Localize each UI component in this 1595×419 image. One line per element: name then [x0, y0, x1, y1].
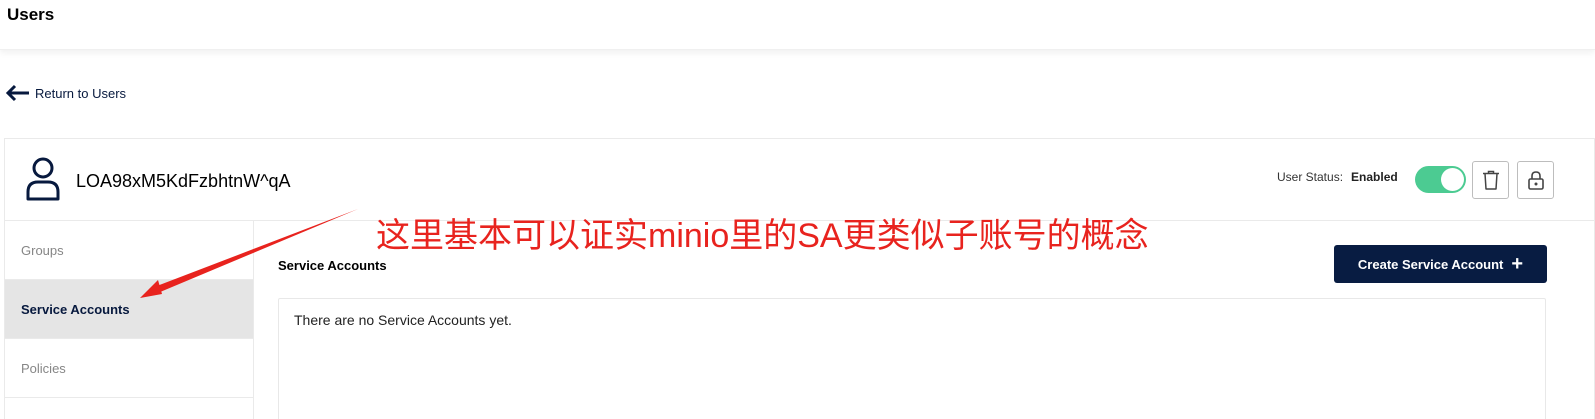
sidebar-item-service-accounts[interactable]: Service Accounts [5, 280, 253, 339]
trash-icon [1482, 170, 1499, 190]
page-title: Users [7, 5, 55, 24]
plus-icon: + [1511, 253, 1524, 275]
sidebar-item-policies[interactable]: Policies [5, 339, 253, 398]
return-link-label: Return to Users [35, 85, 127, 101]
user-status-label: User Status: [1277, 170, 1344, 184]
lock-icon [1527, 171, 1544, 190]
create-button-label: Create Service Account [1357, 256, 1504, 272]
toggle-knob [1441, 168, 1464, 191]
return-to-users-link[interactable]: Return to Users [5, 84, 126, 102]
lock-user-button[interactable] [1517, 161, 1554, 199]
annotation-text: 这里基本可以证实minio里的SA更类似子账号的概念 [376, 217, 1149, 255]
user-icon [26, 157, 60, 201]
user-sidebar: Groups Service Accounts Policies [5, 221, 254, 419]
user-status-value: Enabled [1351, 170, 1398, 184]
top-bar: Users [0, 0, 1595, 50]
user-detail-panel: LOA98xM5KdFzbhtnW^qA User Status: Enable… [4, 138, 1595, 419]
arrow-left-icon [5, 84, 29, 102]
service-accounts-list: There are no Service Accounts yet. [278, 298, 1546, 419]
user-status: User Status: Enabled [1277, 170, 1398, 184]
create-service-account-button[interactable]: Create Service Account + [1334, 245, 1547, 283]
section-title: Service Accounts [278, 258, 387, 273]
empty-message: There are no Service Accounts yet. [294, 312, 512, 328]
user-name: LOA98xM5KdFzbhtnW^qA [76, 171, 291, 191]
sidebar-item-groups[interactable]: Groups [5, 221, 253, 280]
user-status-toggle[interactable] [1415, 166, 1466, 193]
delete-user-button[interactable] [1472, 161, 1509, 199]
